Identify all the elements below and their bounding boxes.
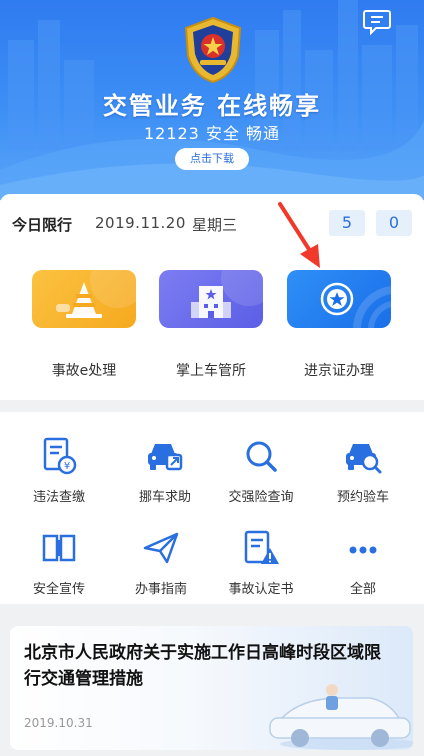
service-label-entry-permit: 进京证办理: [304, 363, 374, 379]
restriction-label: 今日限行: [12, 216, 73, 234]
svg-text:¥: ¥: [64, 461, 70, 472]
grid-item-violation[interactable]: ¥ 违法查缴: [6, 428, 112, 510]
grid-label: 安全宣传: [32, 582, 85, 597]
grid-item-all[interactable]: 全部: [310, 520, 416, 602]
building-icon: [191, 270, 263, 318]
service-label-vehicle-office: 掌上车管所: [176, 363, 246, 379]
grid-label: 办事指南: [134, 582, 187, 597]
restriction-weekday: 星期三: [192, 216, 238, 234]
book-icon: [42, 534, 76, 562]
news-date: 2019.10.31: [24, 716, 93, 730]
hero-banner: 交管业务 在线畅享 12123 安全 畅通 点击下载: [0, 0, 424, 200]
grid-label: 全部: [349, 582, 376, 597]
more-dots-icon: [349, 546, 377, 554]
message-button[interactable]: [362, 8, 392, 36]
news-title: 北京市人民政府关于实施工作日高峰时段区域限行交通管理措施: [24, 643, 381, 689]
grid-item-safety[interactable]: 安全宣传: [6, 520, 112, 602]
grid-label: 事故认定书: [228, 582, 294, 597]
beijing-entry-permit-button[interactable]: [287, 270, 391, 328]
document-warning-icon: [244, 530, 279, 564]
restriction-number-2: 0: [376, 210, 412, 236]
grid-label: 预约验车: [336, 490, 389, 505]
restriction-card: 今日限行 2019.11.20 星期三 5 0 事故e处理 掌上车管所 进京证办…: [0, 194, 424, 400]
police-emblem-logo: [184, 16, 242, 84]
banner-subtitle: 12123 安全 畅通: [143, 124, 281, 143]
traffic-cone-icon: [56, 270, 136, 318]
grid-label: 违法查缴: [32, 490, 85, 505]
accident-e-processing-button[interactable]: [32, 270, 136, 328]
search-icon: [246, 441, 277, 472]
car-move-icon: [148, 444, 183, 471]
annotation-arrow-icon: [278, 202, 320, 268]
grid-label: 挪车求助: [138, 490, 191, 505]
service-grid: ¥ 违法查缴 挪车求助 交强险查询 预约验车 安全宣传 办事指南 事故认定书 全…: [0, 412, 424, 604]
grid-item-insurance[interactable]: 交强险查询: [208, 428, 314, 510]
ticket-yen-icon: ¥: [43, 437, 77, 475]
grid-label: 交强险查询: [228, 490, 294, 505]
car-inspect-icon: [346, 444, 382, 474]
restriction-number-1: 5: [329, 210, 365, 236]
vehicle-office-button[interactable]: [159, 270, 263, 328]
badge-star-icon: [320, 282, 391, 328]
paper-plane-icon: [143, 532, 179, 564]
restriction-date: 2019.11.20: [95, 214, 186, 232]
message-icon: [363, 10, 391, 36]
service-label-accident: 事故e处理: [51, 363, 117, 379]
grid-item-inspection[interactable]: 预约验车: [310, 428, 416, 510]
download-button[interactable]: 点击下载: [175, 148, 249, 170]
banner-title: 交管业务 在线畅享: [102, 92, 322, 120]
news-card[interactable]: 北京市人民政府关于实施工作日高峰时段区域限行交通管理措施 2019.10.31: [10, 626, 413, 750]
grid-item-accident-report[interactable]: 事故认定书: [208, 520, 314, 602]
grid-item-guide[interactable]: 办事指南: [108, 520, 214, 602]
grid-item-move-car[interactable]: 挪车求助: [112, 428, 218, 510]
